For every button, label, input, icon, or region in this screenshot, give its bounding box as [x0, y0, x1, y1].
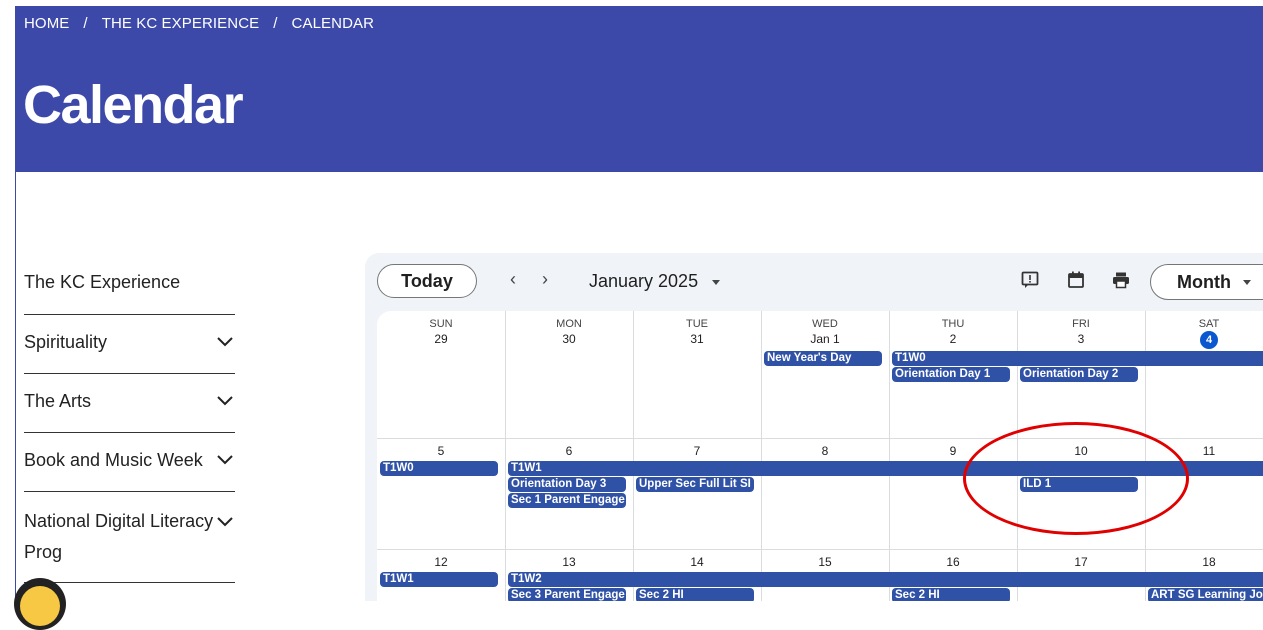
smiley-icon: [20, 586, 60, 626]
breadcrumb-separator: /: [273, 15, 278, 32]
calendar-event[interactable]: Orientation Day 1: [892, 367, 1010, 382]
today-date-badge[interactable]: 4: [1200, 331, 1218, 349]
day-number[interactable]: 8: [761, 444, 889, 458]
calendar-event[interactable]: Sec 1 Parent Engage: [508, 493, 626, 508]
caret-down-icon: [1243, 280, 1251, 285]
calendar-event[interactable]: Orientation Day 2: [1020, 367, 1138, 382]
month-grid: SUN MON TUE WED THU FRI SAT 29 30 31 Jan 123 4 56789…: [377, 311, 1263, 601]
calendar-event[interactable]: T1W0: [380, 461, 498, 476]
day-number[interactable]: 10: [1017, 444, 1145, 458]
sidebar-item-label: Spirituality: [24, 332, 108, 352]
day-of-week-label: SAT: [1198, 318, 1220, 330]
week-divider: [377, 549, 1263, 550]
calendar-event[interactable]: Sec 2 HI: [636, 588, 754, 601]
calendar-event[interactable]: New Year's Day: [764, 351, 882, 366]
breadcrumb-home[interactable]: HOME: [24, 15, 69, 32]
calendar-event[interactable]: Sec 3 Parent Engage: [508, 588, 626, 601]
day-number[interactable]: 30: [505, 332, 633, 346]
day-number[interactable]: 5: [377, 444, 505, 458]
day-number[interactable]: 15: [761, 555, 889, 569]
sidebar-item-label: The Arts: [24, 391, 92, 411]
feedback-icon[interactable]: [1021, 271, 1039, 289]
day-number[interactable]: 29: [377, 332, 505, 346]
day-of-week-label: FRI: [1072, 318, 1090, 330]
day-number[interactable]: 12: [377, 555, 505, 569]
calendar-icon[interactable]: [1067, 271, 1085, 289]
day-number[interactable]: 6: [505, 444, 633, 458]
calendar-event[interactable]: ART SG Learning Jo: [1148, 588, 1263, 601]
breadcrumb-calendar: CALENDAR: [291, 15, 375, 32]
day-of-week-label: THU: [941, 318, 965, 330]
month-picker[interactable]: January 2025: [589, 271, 698, 292]
breadcrumb-separator: /: [83, 15, 88, 32]
calendar-event[interactable]: T1W1: [380, 572, 498, 587]
breadcrumb-kc-experience[interactable]: THE KC EXPERIENCE: [102, 15, 260, 32]
sidebar-item-label: Book and Music Week: [24, 450, 203, 470]
chevron-down-icon[interactable]: [217, 337, 233, 347]
day-number[interactable]: 11: [1145, 444, 1263, 458]
breadcrumb: HOME / THE KC EXPERIENCE / CALENDAR: [24, 15, 374, 32]
content-left-border: [15, 172, 16, 601]
sidebar-item-label: National Digital Literacy Prog: [24, 511, 214, 562]
page-header: HOME / THE KC EXPERIENCE / CALENDAR Cale…: [15, 6, 1263, 172]
next-month-button[interactable]: ›: [542, 269, 548, 290]
day-of-week-label: WED: [812, 318, 838, 330]
sidebar-item-label: The KC Experience: [24, 272, 181, 292]
sidebar-item-book-and-music-week[interactable]: Book and Music Week: [24, 433, 235, 492]
day-number[interactable]: 18: [1145, 555, 1263, 569]
caret-down-icon[interactable]: [712, 280, 720, 285]
day-of-week-label: MON: [556, 318, 582, 330]
today-button[interactable]: Today: [377, 264, 477, 298]
calendar-event[interactable]: Orientation Day 3: [508, 477, 626, 492]
chevron-down-icon[interactable]: [217, 455, 233, 465]
day-number[interactable]: 9: [889, 444, 1017, 458]
sidebar-nav: The KC Experience Spirituality The Arts …: [24, 256, 235, 583]
day-number[interactable]: 2: [889, 332, 1017, 346]
sidebar-item-kc-experience[interactable]: The KC Experience: [24, 256, 235, 315]
day-number[interactable]: Jan 1: [761, 332, 889, 346]
day-number[interactable]: 31: [633, 332, 761, 346]
page-title: Calendar: [23, 75, 244, 135]
day-of-week-label: TUE: [686, 318, 708, 330]
day-number[interactable]: 14: [633, 555, 761, 569]
sidebar-item-spirituality[interactable]: Spirituality: [24, 315, 235, 374]
prev-month-button[interactable]: ‹: [510, 269, 516, 290]
view-selector-label: Month: [1177, 272, 1231, 292]
day-of-week-label: SUN: [429, 318, 453, 330]
calendar-event[interactable]: Sec 2 HI: [892, 588, 1010, 601]
print-icon[interactable]: [1112, 271, 1130, 289]
calendar-event[interactable]: ILD 1: [1020, 477, 1138, 492]
chevron-down-icon[interactable]: [217, 517, 233, 527]
chevron-down-icon[interactable]: [217, 396, 233, 406]
sidebar-item-the-arts[interactable]: The Arts: [24, 374, 235, 433]
view-selector[interactable]: Month: [1150, 264, 1263, 300]
day-number[interactable]: 17: [1017, 555, 1145, 569]
day-number[interactable]: 16: [889, 555, 1017, 569]
day-number[interactable]: 13: [505, 555, 633, 569]
day-number[interactable]: 7: [633, 444, 761, 458]
calendar-event[interactable]: Upper Sec Full Lit SI: [636, 477, 754, 492]
embedded-calendar: Today ‹ › January 2025 Month SUN MON TUE WE…: [365, 253, 1263, 601]
day-number[interactable]: 3: [1017, 332, 1145, 346]
calendar-event[interactable]: T1W2: [508, 572, 1263, 587]
sidebar-item-national-digital-literacy[interactable]: National Digital Literacy Prog: [24, 492, 235, 583]
chat-widget-button[interactable]: [14, 578, 66, 630]
calendar-event[interactable]: T1W0: [892, 351, 1263, 366]
calendar-event[interactable]: T1W1: [508, 461, 1263, 476]
week-divider: [377, 438, 1263, 439]
